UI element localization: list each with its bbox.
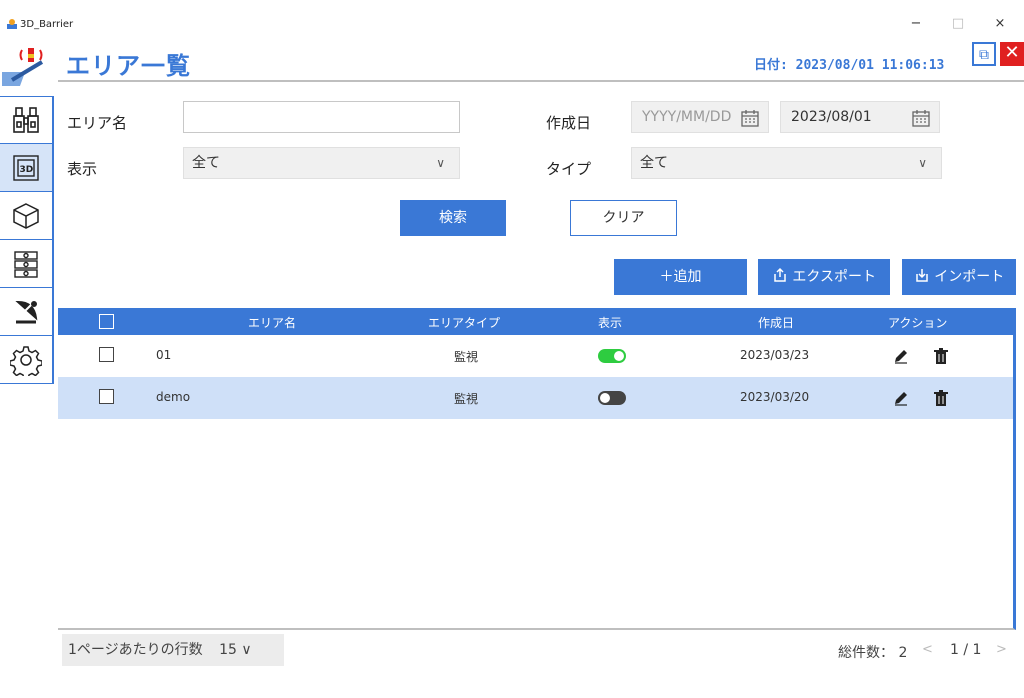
window-close-button[interactable]: × [988,14,1012,34]
add-button[interactable]: ＋追加 [614,259,747,295]
3d-view-icon: 3D [13,154,39,181]
app-icon [7,19,17,29]
sidebar-item-objects[interactable] [0,192,54,240]
display-select[interactable]: 全て ∨ [183,147,460,179]
created-to-value: 2023/08/01 [791,109,872,125]
created-date-label: 作成日 [546,114,592,132]
area-name-label: エリア名 [67,114,128,132]
column-header-created[interactable]: 作成日 [758,314,794,331]
rows-per-page-select[interactable]: 1ページあたりの行数 15 ∨ [62,634,284,666]
row-checkbox[interactable] [99,389,114,404]
column-header-display[interactable]: 表示 [598,314,622,331]
maximize-button[interactable]: □ [946,14,970,34]
table-row[interactable]: demo 監視 2023/03/20 [58,377,1013,419]
row-created-date: 2023/03/23 [740,348,810,362]
sidebar-item-devices[interactable] [0,240,54,288]
total-count: 総件数： 2 [838,645,908,661]
display-toggle[interactable] [598,391,626,405]
chevron-down-icon: ∨ [918,156,927,170]
rows-per-page-value: 15 ∨ [219,642,252,658]
created-from-placeholder: YYYY/MM/DD [642,109,732,125]
current-datetime: 日付: 2023/08/01 11:06:13 [754,58,945,73]
sidebar-item-sensors[interactable] [0,288,54,336]
row-created-date: 2023/03/20 [740,390,810,404]
clear-button[interactable]: クリア [570,200,677,236]
display-select-value: 全て [192,155,220,171]
page-title: エリア一覧 [66,52,191,80]
minimize-button[interactable]: − [904,14,928,34]
type-select[interactable]: 全て ∨ [631,147,942,179]
export-icon [774,267,786,282]
prev-page-button[interactable]: < [922,642,933,657]
export-button[interactable]: エクスポート [758,259,890,295]
search-button[interactable]: 検索 [400,200,506,236]
trash-icon[interactable] [932,347,950,365]
table-row[interactable]: 01 監視 2023/03/23 [58,335,1013,377]
cube-icon [13,202,39,229]
svg-text:3D: 3D [20,165,34,175]
chevron-down-icon: ∨ [436,156,445,170]
type-label: タイプ [546,160,592,178]
area-table: エリア名 エリアタイプ 表示 作成日 アクション 01 監視 2023/03/2… [58,308,1016,630]
column-header-actions: アクション [888,316,948,330]
type-select-value: 全て [640,155,668,171]
trash-icon[interactable] [932,389,950,407]
next-page-button[interactable]: > [996,642,1007,657]
select-all-checkbox[interactable] [99,314,114,329]
calendar-icon [912,110,930,127]
row-checkbox[interactable] [99,347,114,362]
table-header: エリア名 エリアタイプ 表示 作成日 アクション [58,308,1013,335]
import-button-label: インポート [934,269,1005,285]
window-title: 3D_Barrier [20,19,74,30]
export-button-label: エクスポート [792,269,877,285]
row-area-name: 01 [156,348,172,362]
created-to-input[interactable]: 2023/08/01 [780,101,940,133]
sidebar-item-monitor[interactable] [0,96,54,144]
page-indicator: 1 / 1 [950,642,982,658]
satellite-dish-icon [15,300,38,323]
column-header-name[interactable]: エリア名 [248,314,296,331]
sidebar-item-settings[interactable] [0,336,54,384]
app-logo [2,48,44,86]
area-name-input[interactable] [183,101,460,133]
rows-per-page-label: 1ページあたりの行数 [68,642,203,658]
display-toggle[interactable] [598,349,626,363]
gear-icon [10,345,42,376]
popout-icon[interactable]: ⧉ [972,42,996,66]
page-header: エリア一覧 日付: 2023/08/01 11:06:13 ⧉ ✕ [58,40,1024,82]
import-icon [916,269,928,282]
column-header-type[interactable]: エリアタイプ [428,314,500,331]
close-icon[interactable]: ✕ [1000,42,1024,66]
edit-icon[interactable] [892,347,910,365]
calendar-icon [741,110,759,127]
row-area-type: 監視 [454,392,479,406]
row-area-type: 監視 [454,350,479,364]
display-label: 表示 [67,160,98,178]
binoculars-icon [13,107,39,133]
import-button[interactable]: インポート [902,259,1016,295]
row-area-name: demo [156,390,191,404]
window-titlebar: 3D_Barrier − □ × [0,0,1024,40]
sidebar: 3D [0,40,54,698]
created-from-input[interactable]: YYYY/MM/DD [631,101,769,133]
edit-icon[interactable] [892,389,910,407]
signal-tower-icon [14,250,38,278]
sidebar-item-area[interactable]: 3D [0,144,54,192]
